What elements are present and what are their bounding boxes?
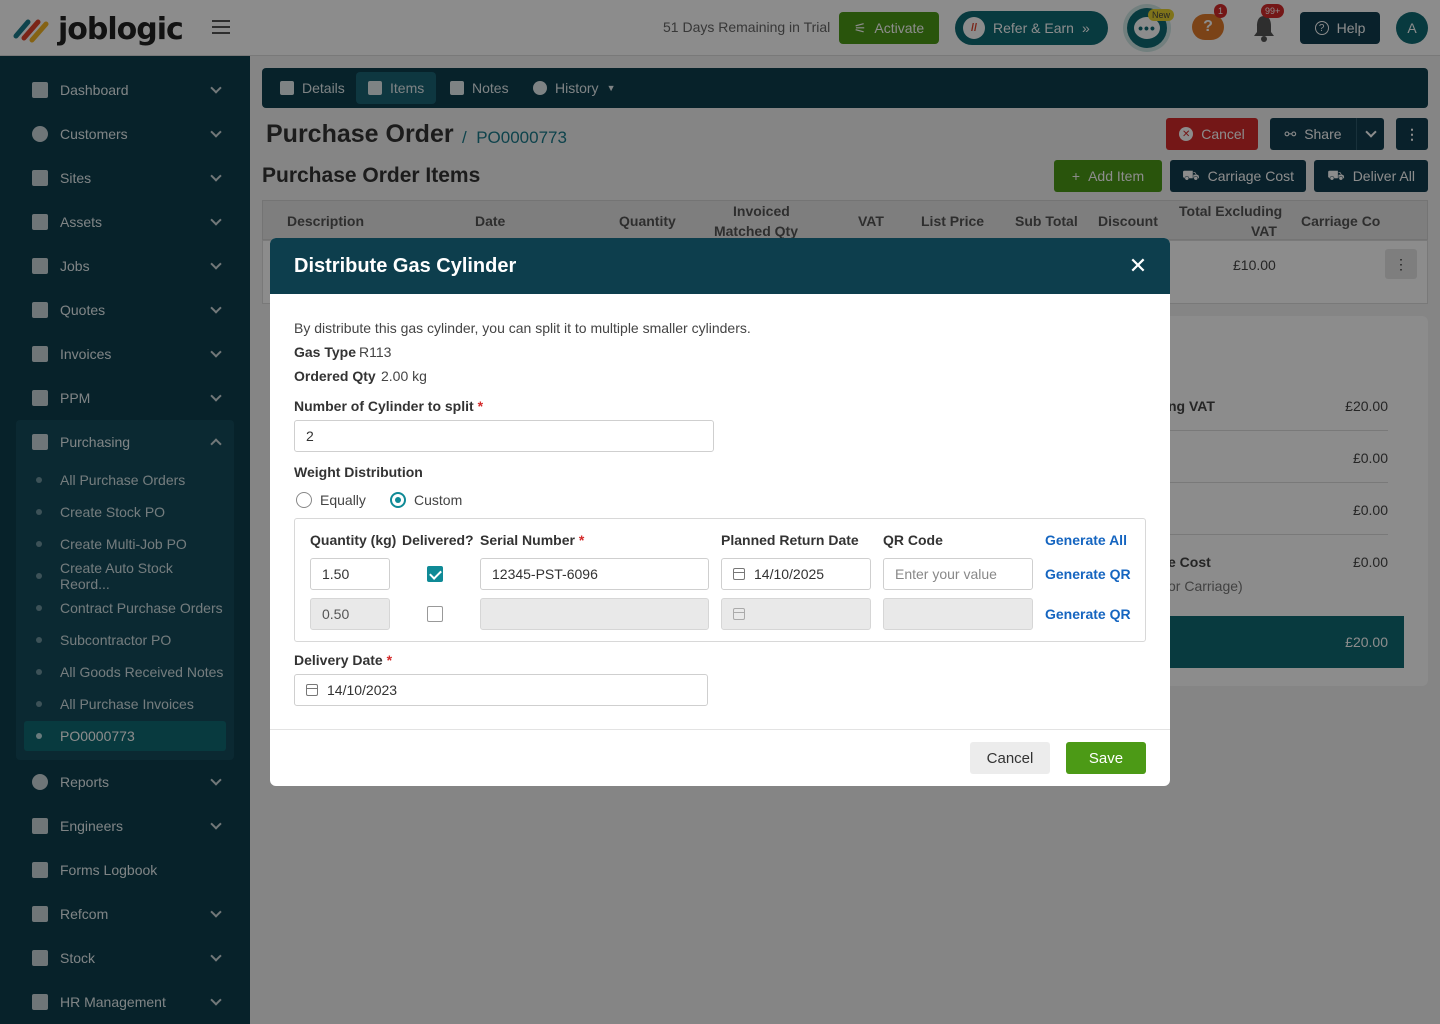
gas-type-label: Gas Type xyxy=(294,344,356,360)
serial-number-input[interactable] xyxy=(480,598,709,630)
calendar-icon xyxy=(733,608,745,620)
save-button[interactable]: Save xyxy=(1066,742,1146,774)
required-mark: * xyxy=(578,532,585,548)
quantity-input[interactable]: 0.50 xyxy=(310,598,390,630)
column-header-serial: Serial Number * xyxy=(480,532,584,548)
radio-custom[interactable] xyxy=(390,492,406,508)
delivery-date-value: 14/10/2023 xyxy=(327,682,398,698)
dialog-description: By distribute this gas cylinder, you can… xyxy=(294,320,751,336)
column-header-qr: QR Code xyxy=(883,532,943,548)
generate-qr-link[interactable]: Generate QR xyxy=(1045,566,1131,582)
delivery-date-label-text: Delivery Date xyxy=(294,652,383,668)
return-date-input[interactable]: 14/10/2025 xyxy=(721,558,871,590)
radio-equally[interactable] xyxy=(296,492,312,508)
num-cylinder-input[interactable]: 2 xyxy=(294,420,714,452)
qr-code-input[interactable] xyxy=(883,598,1033,630)
calendar-icon xyxy=(733,568,745,580)
dialog-title: Distribute Gas Cylinder xyxy=(294,255,517,277)
dialog-footer-divider xyxy=(270,729,1170,730)
ordered-qty-value: 2.00 kg xyxy=(381,368,427,384)
required-mark: * xyxy=(386,652,393,668)
delivery-date-label: Delivery Date * xyxy=(294,652,392,668)
required-mark: * xyxy=(477,398,484,414)
quantity-input[interactable]: 1.50 xyxy=(310,558,390,590)
close-icon[interactable]: ✕ xyxy=(1128,255,1148,277)
column-header-delivered: Delivered? xyxy=(402,532,474,548)
column-header-quantity: Quantity (kg) xyxy=(310,532,397,548)
gas-type-value: R113 xyxy=(359,344,392,360)
cancel-button[interactable]: Cancel xyxy=(970,742,1050,774)
delivered-checkbox[interactable] xyxy=(427,566,443,582)
qr-code-input[interactable]: Enter your value xyxy=(883,558,1033,590)
serial-number-input[interactable]: 12345-PST-6096 xyxy=(480,558,709,590)
generate-all-link[interactable]: Generate All xyxy=(1045,532,1127,548)
delivered-checkbox[interactable] xyxy=(427,606,443,622)
column-header-return-date: Planned Return Date xyxy=(721,532,859,548)
radio-custom-label[interactable]: Custom xyxy=(414,492,462,508)
num-cylinder-label: Number of Cylinder to split * xyxy=(294,398,483,414)
return-date-input[interactable] xyxy=(721,598,871,630)
generate-qr-link[interactable]: Generate QR xyxy=(1045,606,1131,622)
dialog-header: Distribute Gas Cylinder ✕ xyxy=(270,238,1170,294)
distribution-table: Quantity (kg) Delivered? Serial Number *… xyxy=(294,518,1146,642)
weight-distribution-label: Weight Distribution xyxy=(294,464,423,480)
num-cylinder-label-text: Number of Cylinder to split xyxy=(294,398,474,414)
ordered-qty-label: Ordered Qty xyxy=(294,368,376,384)
distribute-gas-cylinder-dialog: Distribute Gas Cylinder ✕ By distribute … xyxy=(270,238,1170,786)
column-header-serial-text: Serial Number xyxy=(480,532,575,548)
delivery-date-input[interactable]: 14/10/2023 xyxy=(294,674,708,706)
calendar-icon xyxy=(306,684,318,696)
radio-equally-label[interactable]: Equally xyxy=(320,492,366,508)
return-date-value: 14/10/2025 xyxy=(754,566,825,582)
